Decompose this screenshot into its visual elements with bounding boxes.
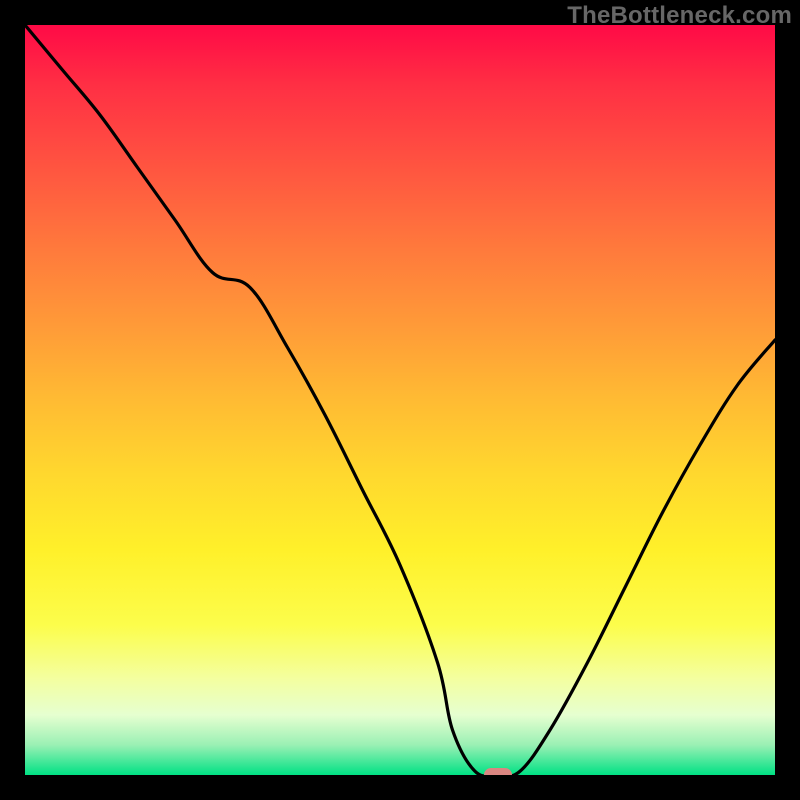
bottleneck-curve: [25, 25, 775, 775]
optimum-marker: [484, 768, 512, 775]
watermark-text: TheBottleneck.com: [567, 2, 792, 30]
plot-area: [25, 25, 775, 775]
chart-container: TheBottleneck.com: [0, 0, 800, 800]
